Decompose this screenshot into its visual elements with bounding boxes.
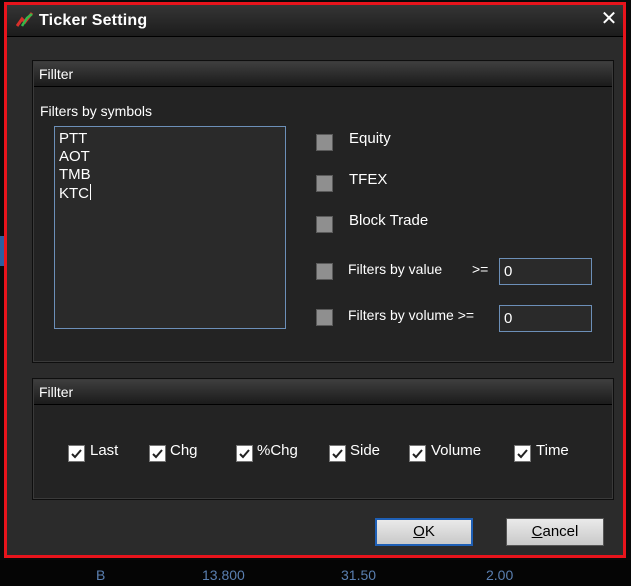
filter-by-value-label: Filters by value <box>348 261 443 277</box>
chg-column-label: Chg <box>170 442 198 459</box>
equity-label: Equity <box>349 130 391 147</box>
cancel-label-rest: ancel <box>542 523 579 540</box>
check-icon <box>152 449 163 459</box>
equity-checkbox[interactable] <box>316 134 333 151</box>
filter-by-value-operator: >= <box>472 261 489 277</box>
check-icon <box>517 449 528 459</box>
symbol-line: PTT <box>59 130 88 147</box>
block-trade-label: Block Trade <box>349 212 429 229</box>
time-column-label: Time <box>536 442 569 459</box>
app-logo-icon <box>16 12 34 27</box>
close-icon[interactable]: ✕ <box>598 8 620 30</box>
pct-chg-column-checkbox[interactable] <box>236 445 253 462</box>
time-column-checkbox[interactable] <box>514 445 531 462</box>
side-column-checkbox[interactable] <box>329 445 346 462</box>
group-title: Fillter <box>39 66 74 82</box>
chg-column-checkbox[interactable] <box>149 445 166 462</box>
cancel-mnemonic: C <box>531 523 543 540</box>
last-column-label: Last <box>90 442 119 459</box>
symbol-line: AOT <box>59 148 90 165</box>
column-filter-group: Fillter <box>32 378 614 500</box>
volume-column-label: Volume <box>431 442 482 459</box>
check-icon <box>71 449 82 459</box>
block-trade-checkbox[interactable] <box>316 216 333 233</box>
filter-value-input[interactable] <box>499 258 592 285</box>
group-title: Fillter <box>39 384 74 400</box>
filter-volume-input[interactable] <box>499 305 592 332</box>
symbols-textarea[interactable]: PTT AOT TMB KTC <box>54 126 286 329</box>
ok-label-rest: K <box>424 523 435 540</box>
filter-by-value-checkbox[interactable] <box>316 263 333 280</box>
last-column-checkbox[interactable] <box>68 445 85 462</box>
symbol-line: KTC <box>59 185 89 202</box>
check-icon <box>412 449 423 459</box>
text-caret <box>90 184 91 200</box>
pct-chg-column-label: %Chg <box>257 442 298 459</box>
background-cell-price: 13.800 <box>202 567 245 583</box>
filter-by-volume-label: Filters by volume >= <box>348 307 475 323</box>
symbols-label: Filters by symbols <box>40 103 153 119</box>
cancel-button[interactable]: Cancel <box>506 518 604 546</box>
group-header: Fillter <box>34 380 612 405</box>
check-icon <box>332 449 343 459</box>
background-cell-side: B <box>96 567 106 583</box>
background-cell-volume: 2.00 <box>486 567 514 583</box>
check-icon <box>239 449 250 459</box>
ok-mnemonic: O <box>413 523 425 540</box>
ok-button[interactable]: OK <box>375 518 473 546</box>
background-cell-change: 31.50 <box>341 567 377 583</box>
tfex-checkbox[interactable] <box>316 175 333 192</box>
group-header: Fillter <box>34 62 612 87</box>
title-bar[interactable]: Ticker Setting ✕ <box>7 5 623 37</box>
filter-by-volume-checkbox[interactable] <box>316 309 333 326</box>
background-ticker-row <box>0 560 631 586</box>
window-title: Ticker Setting <box>39 12 148 29</box>
ticker-setting-dialog: Ticker Setting ✕ Fillter Filters by symb… <box>4 2 626 558</box>
side-column-label: Side <box>350 442 381 459</box>
symbol-line: TMB <box>59 166 91 183</box>
volume-column-checkbox[interactable] <box>409 445 426 462</box>
tfex-label: TFEX <box>349 171 388 188</box>
